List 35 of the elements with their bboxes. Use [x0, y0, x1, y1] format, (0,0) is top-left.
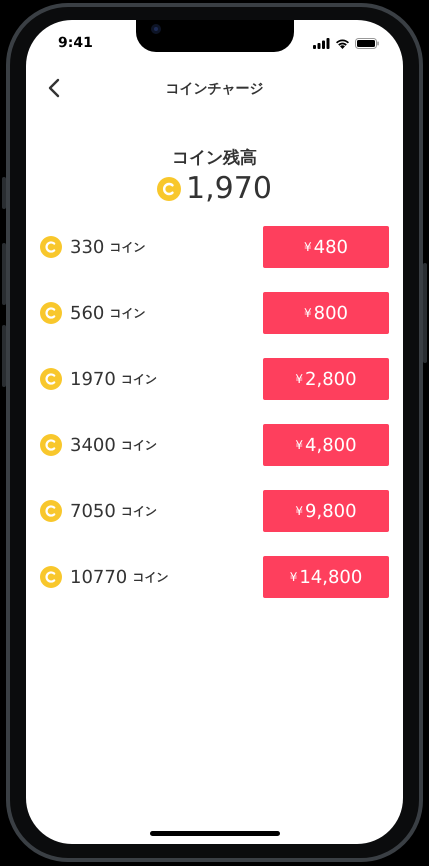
price-button[interactable]: ¥14,800 — [263, 556, 389, 598]
wifi-icon — [335, 38, 350, 48]
coin-icon — [40, 302, 62, 324]
coin-unit: コイン — [109, 304, 146, 322]
coin-amount: 7050 — [70, 500, 116, 522]
battery-icon — [355, 38, 379, 48]
camera-icon — [150, 24, 160, 34]
back-icon — [48, 78, 60, 98]
price-button[interactable]: ¥4,800 — [263, 424, 389, 466]
screen-title: コインチャージ — [166, 80, 264, 98]
price-button[interactable]: ¥800 — [263, 292, 389, 334]
coin-unit: コイン — [132, 568, 168, 586]
balance-label: コイン残高 — [172, 147, 257, 169]
price-button[interactable]: ¥2,800 — [263, 358, 389, 400]
coin-amount: 330 — [70, 236, 104, 258]
balance-amount: 1,970 — [186, 171, 272, 206]
coin-unit: コイン — [120, 436, 157, 454]
coin-icon — [40, 236, 62, 258]
coin-unit: コイン — [109, 238, 146, 256]
status-time: 9:41 — [58, 35, 93, 51]
coin-unit: コイン — [120, 502, 157, 520]
signal-icon — [313, 38, 330, 48]
back-button[interactable] — [48, 78, 60, 98]
coin-amount: 1970 — [70, 368, 116, 390]
price-button[interactable]: ¥9,800 — [263, 490, 389, 532]
coin-amount: 10770 — [70, 566, 128, 588]
price-button[interactable]: ¥480 — [263, 226, 389, 268]
coin-icon — [40, 434, 62, 456]
coin-icon — [157, 176, 182, 200]
coin-icon — [40, 500, 62, 522]
coin-icon — [40, 566, 62, 588]
coin-amount: 560 — [70, 302, 104, 324]
coin-amount: 3400 — [70, 434, 116, 456]
coin-icon — [40, 368, 62, 390]
coin-unit: コイン — [120, 370, 157, 388]
